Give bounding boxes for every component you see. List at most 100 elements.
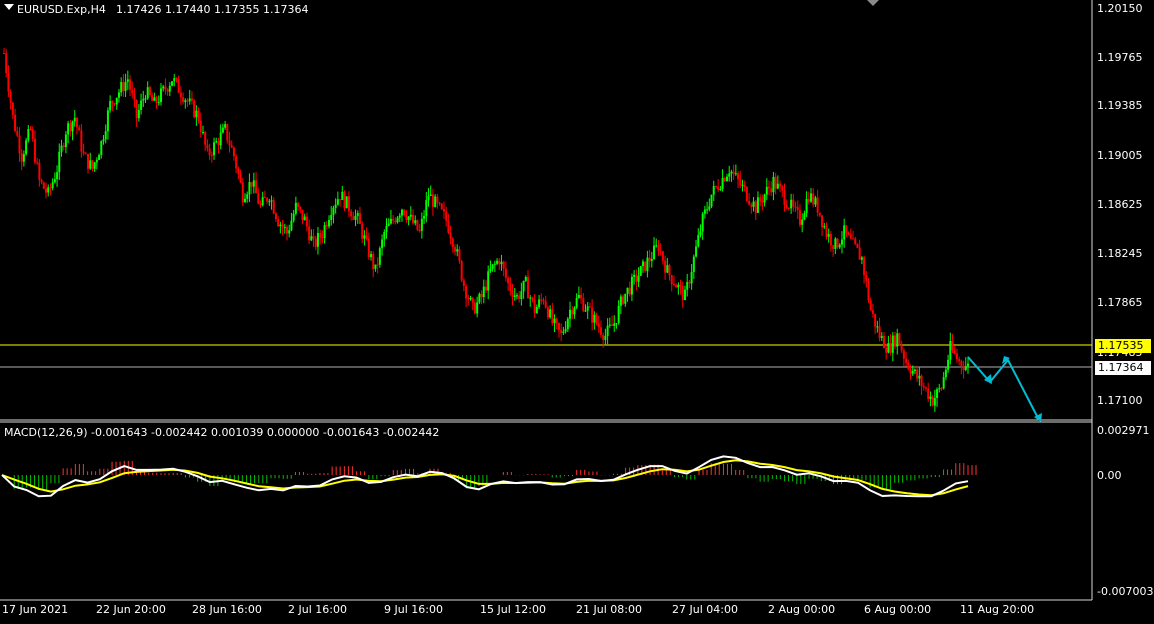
candle-body [619, 296, 622, 306]
candle-body [942, 377, 945, 389]
candle-body [794, 206, 797, 208]
candle-body [593, 314, 596, 323]
candle-body [599, 327, 602, 335]
candle-body [832, 245, 835, 249]
candlestick-series[interactable] [3, 47, 969, 412]
candle-body [89, 160, 92, 169]
candle-body [146, 87, 149, 99]
time-tick: 21 Jul 08:00 [576, 603, 642, 616]
candle-body [810, 193, 813, 202]
candle-body [69, 123, 72, 132]
candle-body [67, 123, 70, 135]
candle-body [816, 197, 819, 213]
candle-body [38, 162, 41, 180]
candle-body [20, 153, 23, 162]
candle-body [219, 132, 222, 146]
candle-body [449, 232, 452, 239]
candle-body [827, 233, 830, 237]
candle-body [964, 366, 967, 370]
candle-body [798, 210, 801, 225]
candle-body [765, 186, 768, 195]
candle-body [47, 187, 50, 193]
candle-body [737, 173, 740, 180]
candle-body [549, 309, 552, 318]
candle-body [677, 284, 680, 288]
symbol-menu-icon[interactable] [4, 4, 14, 10]
candle-body [615, 323, 618, 325]
candle-body [142, 98, 145, 101]
candle-body [115, 97, 118, 105]
candle-body [387, 223, 390, 226]
candle-body [78, 127, 81, 131]
candle-body [743, 184, 746, 188]
candle-body [345, 196, 348, 209]
candle-body [493, 263, 496, 265]
candle-body [706, 209, 709, 211]
candle-body [522, 280, 525, 292]
candle-body [440, 203, 443, 210]
candle-body [270, 200, 273, 202]
macd-main-line [1, 455, 969, 498]
candle-body [363, 235, 366, 239]
candle-body [768, 186, 771, 189]
candle-body [416, 220, 419, 230]
candle-body [148, 87, 151, 96]
candle-body [36, 162, 39, 164]
candle-body [871, 310, 874, 314]
candle-body [940, 388, 943, 390]
candle-body [818, 212, 821, 216]
price-tick: 1.17100 [1097, 394, 1143, 407]
candle-body [299, 206, 302, 210]
candle-body [876, 326, 879, 328]
candle-body [653, 245, 656, 260]
candle-body [597, 323, 600, 328]
candle-body [571, 309, 574, 315]
candle-body [259, 203, 262, 206]
candle-body [641, 261, 644, 267]
candle-body [938, 388, 941, 390]
price-tick: 1.19765 [1097, 51, 1143, 64]
candle-body [308, 226, 311, 241]
candle-body [473, 302, 476, 314]
candle-body [772, 176, 775, 193]
candle-body [179, 92, 182, 98]
chart-shift-marker[interactable] [867, 0, 879, 6]
candle-body [210, 155, 213, 157]
chart-window[interactable]: EURUSD.Exp,H4 1.17426 1.17440 1.17355 1.… [0, 0, 1154, 620]
candle-body [721, 177, 724, 189]
candle-body [860, 257, 863, 260]
candle-body [584, 310, 587, 312]
candle-body [535, 307, 538, 314]
macd-axis-tick: -0.007003 [1097, 585, 1154, 598]
candle-body [465, 285, 468, 299]
candle-body [569, 309, 572, 319]
candle-body [852, 238, 855, 240]
candle-body [708, 206, 711, 210]
candle-body [438, 202, 441, 204]
candle-body [637, 275, 640, 282]
candle-body [905, 358, 908, 363]
candle-body [350, 211, 353, 217]
candle-body [51, 182, 54, 188]
candle-body [916, 369, 919, 379]
candle-body [951, 341, 954, 351]
candle-body [699, 231, 702, 236]
candle-body [109, 101, 112, 111]
candle-body [124, 81, 127, 91]
projection-arrows[interactable] [967, 356, 1042, 422]
candle-body [898, 333, 901, 346]
candle-body [286, 227, 289, 234]
candle-body [748, 200, 751, 205]
candle-body [752, 201, 755, 207]
candle-body [967, 363, 969, 367]
chart-canvas[interactable] [0, 0, 1154, 620]
candle-body [166, 89, 169, 92]
candle-body [460, 260, 463, 281]
candle-body [418, 229, 421, 231]
candle-body [93, 162, 96, 169]
candle-body [323, 225, 326, 239]
candle-body [936, 389, 939, 399]
candle-body [630, 276, 633, 295]
candle-body [894, 335, 897, 347]
candle-body [102, 139, 105, 142]
